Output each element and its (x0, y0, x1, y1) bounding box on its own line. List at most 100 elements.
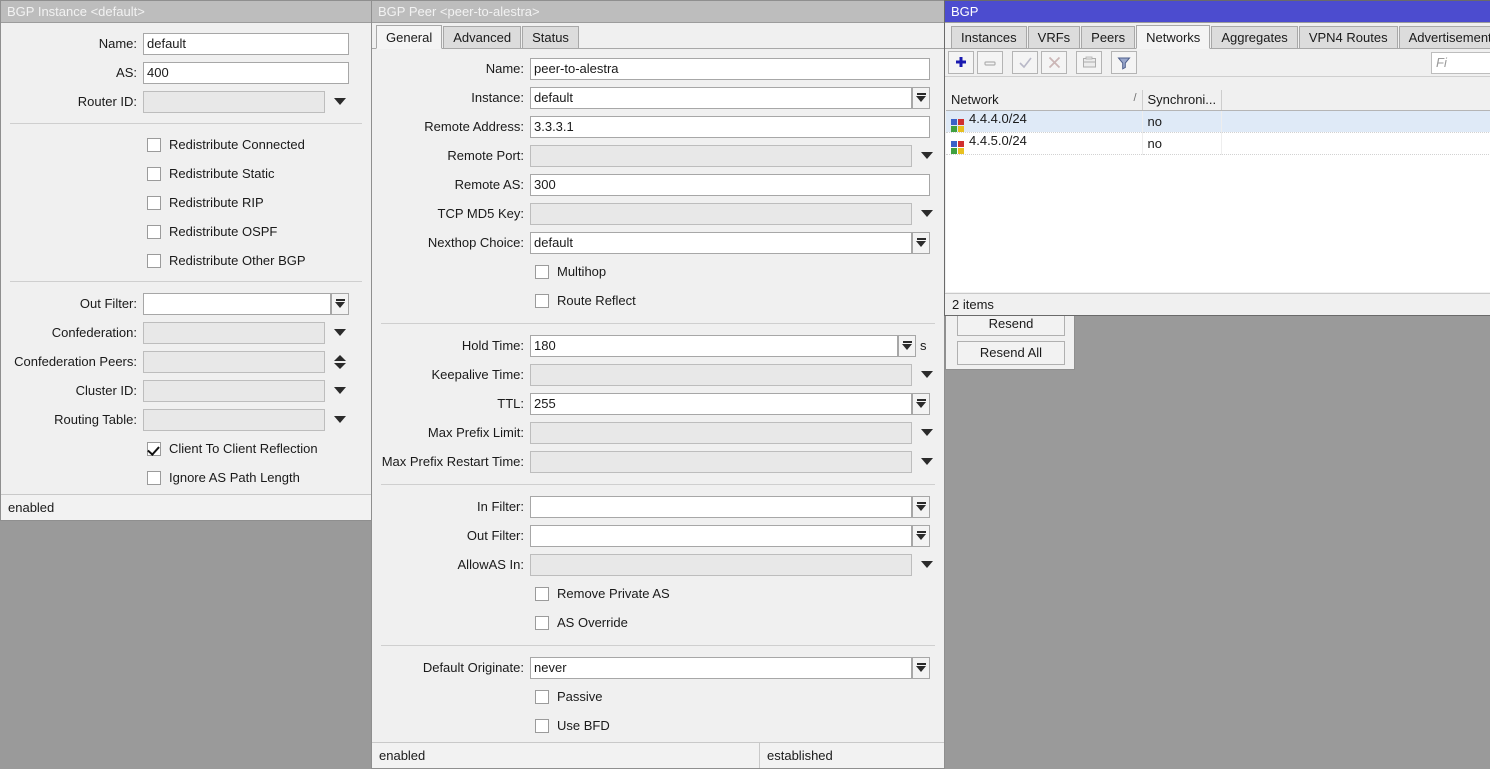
router-id-input[interactable] (143, 91, 325, 113)
confederation-dropdown-icon[interactable] (331, 322, 349, 344)
redistribute-other-bgp-checkbox[interactable] (147, 254, 161, 268)
as-input[interactable]: 400 (143, 62, 349, 84)
remove-button[interactable] (977, 51, 1003, 74)
route-reflect-checkbox[interactable] (535, 294, 549, 308)
remove-private-as-checkbox[interactable] (535, 587, 549, 601)
checkbox-row-multihop[interactable]: Multihop (535, 257, 944, 286)
confederation-peers-stepper-icon[interactable] (331, 351, 349, 373)
ignore-as-path-length-checkbox[interactable] (147, 471, 161, 485)
in-filter-input[interactable] (530, 496, 912, 518)
peer-instance-dropdown-icon[interactable] (912, 87, 930, 109)
passive-checkbox[interactable] (535, 690, 549, 704)
confederation-input[interactable] (143, 322, 325, 344)
bgp-window-titlebar[interactable]: BGP (945, 1, 1490, 23)
routing-table-dropdown-icon[interactable] (331, 409, 349, 431)
tab-advanced[interactable]: Advanced (443, 26, 521, 48)
comment-button[interactable] (1076, 51, 1102, 74)
remote-port-input[interactable] (530, 145, 912, 167)
cell-network[interactable]: 4.4.4.0/24 (946, 110, 1142, 132)
tab-peers[interactable]: Peers (1081, 26, 1135, 48)
cell-synchronize[interactable]: no (1142, 110, 1222, 132)
redistribute-static-checkbox[interactable] (147, 167, 161, 181)
redistribute-connected-checkbox[interactable] (147, 138, 161, 152)
checkbox-row-as-override[interactable]: AS Override (535, 608, 944, 637)
allowas-in-input[interactable] (530, 554, 912, 576)
peer-instance-input[interactable]: default (530, 87, 912, 109)
in-filter-dropdown-icon[interactable] (912, 496, 930, 518)
keepalive-time-dropdown-icon[interactable] (918, 364, 936, 386)
check-icon (1018, 55, 1033, 70)
checkbox-row-client-to-client-reflection[interactable]: Client To Client Reflection (147, 434, 371, 463)
nexthop-choice-dropdown-icon[interactable] (912, 232, 930, 254)
tab-general[interactable]: General (376, 25, 442, 49)
max-prefix-limit-input[interactable] (530, 422, 912, 444)
peer-out-filter-input[interactable] (530, 525, 912, 547)
checkbox-row-passive[interactable]: Passive (535, 682, 944, 711)
cell-network[interactable]: 4.4.5.0/24 (946, 132, 1142, 154)
bgp-peer-titlebar[interactable]: BGP Peer <peer-to-alestra> (372, 1, 944, 23)
checkbox-row-redistribute-static[interactable]: Redistribute Static (147, 159, 371, 188)
checkbox-row-ignore-as-path-length[interactable]: Ignore AS Path Length (147, 463, 371, 492)
checkbox-row-route-reflect[interactable]: Route Reflect (535, 286, 944, 315)
remote-port-dropdown-icon[interactable] (918, 145, 936, 167)
table-row[interactable]: 4.4.5.0/24 no (946, 132, 1490, 154)
tcp-md5-key-dropdown-icon[interactable] (918, 203, 936, 225)
nexthop-choice-input[interactable]: default (530, 232, 912, 254)
peer-status-buttons-panel: Resend Resend All (945, 308, 1075, 370)
hold-time-dropdown-icon[interactable] (898, 335, 916, 357)
add-button[interactable] (948, 51, 974, 74)
hold-time-input[interactable]: 180 (530, 335, 898, 357)
default-originate-input[interactable]: never (530, 657, 912, 679)
checkbox-row-redistribute-connected[interactable]: Redistribute Connected (147, 130, 371, 159)
enable-button[interactable] (1012, 51, 1038, 74)
redistribute-ospf-checkbox[interactable] (147, 225, 161, 239)
table-row[interactable]: 4.4.4.0/24 no (946, 110, 1490, 132)
routing-table-input[interactable] (143, 409, 325, 431)
tcp-md5-key-input[interactable] (530, 203, 912, 225)
checkbox-row-redistribute-ospf[interactable]: Redistribute OSPF (147, 217, 371, 246)
cell-synchronize[interactable]: no (1142, 132, 1222, 154)
use-bfd-checkbox[interactable] (535, 719, 549, 733)
checkbox-row-remove-private-as[interactable]: Remove Private AS (535, 579, 944, 608)
default-originate-dropdown-icon[interactable] (912, 657, 930, 679)
tab-advertisements[interactable]: Advertisements (1399, 26, 1490, 48)
client-to-client-reflection-checkbox[interactable] (147, 442, 161, 456)
tab-vpn4-routes[interactable]: VPN4 Routes (1299, 26, 1398, 48)
find-input[interactable]: Fi (1431, 52, 1490, 74)
keepalive-time-input[interactable] (530, 364, 912, 386)
remote-address-input[interactable]: 3.3.3.1 (530, 116, 930, 138)
tab-networks[interactable]: Networks (1136, 25, 1210, 49)
allowas-in-dropdown-icon[interactable] (918, 554, 936, 576)
max-prefix-limit-dropdown-icon[interactable] (918, 422, 936, 444)
as-override-checkbox[interactable] (535, 616, 549, 630)
column-header-synchronize[interactable]: Synchroni... (1142, 90, 1222, 110)
name-input[interactable]: default (143, 33, 349, 55)
checkbox-row-use-bfd[interactable]: Use BFD (535, 711, 944, 740)
max-prefix-restart-time-input[interactable] (530, 451, 912, 473)
out-filter-input[interactable] (143, 293, 331, 315)
confederation-peers-input[interactable] (143, 351, 325, 373)
tab-status[interactable]: Status (522, 26, 579, 48)
disable-button[interactable] (1041, 51, 1067, 74)
filter-button[interactable] (1111, 51, 1137, 74)
tab-instances[interactable]: Instances (951, 26, 1027, 48)
column-header-network[interactable]: Network / (946, 90, 1142, 110)
cluster-id-dropdown-icon[interactable] (331, 380, 349, 402)
checkbox-row-redistribute-other-bgp[interactable]: Redistribute Other BGP (147, 246, 371, 275)
router-id-dropdown-icon[interactable] (331, 91, 349, 113)
peer-out-filter-dropdown-icon[interactable] (912, 525, 930, 547)
resend-all-button[interactable]: Resend All (957, 341, 1065, 365)
remote-as-input[interactable]: 300 (530, 174, 930, 196)
bgp-instance-titlebar[interactable]: BGP Instance <default> (1, 1, 371, 23)
ttl-input[interactable]: 255 (530, 393, 912, 415)
ttl-dropdown-icon[interactable] (912, 393, 930, 415)
peer-name-input[interactable]: peer-to-alestra (530, 58, 930, 80)
tab-vrfs[interactable]: VRFs (1028, 26, 1081, 48)
cluster-id-input[interactable] (143, 380, 325, 402)
checkbox-row-redistribute-rip[interactable]: Redistribute RIP (147, 188, 371, 217)
multihop-checkbox[interactable] (535, 265, 549, 279)
max-prefix-restart-time-dropdown-icon[interactable] (918, 451, 936, 473)
tab-aggregates[interactable]: Aggregates (1211, 26, 1298, 48)
out-filter-dropdown-icon[interactable] (331, 293, 349, 315)
redistribute-rip-checkbox[interactable] (147, 196, 161, 210)
